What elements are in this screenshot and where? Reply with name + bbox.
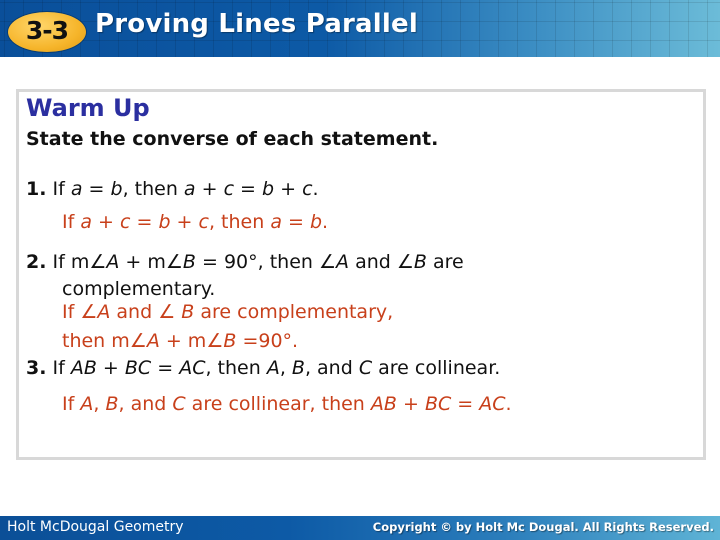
item-number: 2. — [26, 251, 47, 273]
text-segment: and ∠ — [349, 251, 414, 273]
item-2-answer-line2: then m∠A + m∠B =90°. — [62, 330, 298, 352]
math-variable: a — [183, 178, 196, 200]
text-segment: + m∠ — [159, 330, 224, 352]
text-segment: + — [274, 178, 303, 200]
text-segment: are collinear. — [372, 357, 501, 379]
footer-bar: Holt McDougal Geometry Copyright © by Ho… — [0, 516, 720, 540]
math-variable: A — [336, 251, 350, 273]
item-2-answer-line1: If ∠A and ∠ B are complementary, — [62, 301, 393, 323]
text-segment: + m∠ — [119, 251, 183, 273]
text-segment: If m∠ — [52, 251, 107, 273]
text-segment: + — [170, 211, 199, 233]
item-1-answer: If a + c = b + c, then a = b. — [62, 211, 328, 233]
text-segment: + — [92, 211, 120, 233]
text-segment: = — [281, 211, 310, 233]
math-variable: B — [223, 330, 237, 352]
text-segment: + — [396, 393, 425, 415]
item-1-statement: 1. If a = b, then a + c = b + c. — [26, 178, 319, 200]
text-segment: = — [130, 211, 159, 233]
math-variable: c — [302, 178, 313, 200]
text-segment: , then — [205, 357, 267, 379]
math-variable: AB — [370, 393, 397, 415]
math-variable: B — [105, 393, 119, 415]
text-segment: If — [62, 211, 81, 233]
math-variable: c — [198, 211, 209, 233]
text-segment: = — [234, 178, 263, 200]
item-number: 1. — [26, 178, 47, 200]
lesson-number: 3-3 — [25, 15, 69, 45]
text-segment: = — [151, 357, 180, 379]
math-variable: A — [146, 330, 160, 352]
text-segment: If — [52, 178, 71, 200]
math-variable: B — [291, 357, 305, 379]
text-segment: . — [322, 211, 329, 233]
copyright-notice: Copyright © by Holt Mc Dougal. All Right… — [372, 520, 714, 534]
item-2-statement-line2: complementary. — [62, 278, 216, 300]
math-variable: a — [270, 211, 282, 233]
math-variable: b — [262, 178, 275, 200]
text-segment: If — [62, 393, 81, 415]
text-segment: are complementary, — [194, 301, 394, 323]
math-variable: AB — [70, 357, 97, 379]
text-segment: If — [52, 357, 71, 379]
math-variable: a — [80, 211, 92, 233]
math-variable: b — [110, 178, 123, 200]
text-segment: + — [195, 178, 224, 200]
math-variable: A — [106, 251, 120, 273]
warm-up-heading: Warm Up — [26, 94, 150, 122]
math-variable: c — [223, 178, 235, 200]
text-segment: = 90°, then ∠ — [195, 251, 337, 273]
text-segment: =90°. — [236, 330, 299, 352]
math-variable: A — [80, 393, 94, 415]
publisher-label: Holt McDougal Geometry — [7, 519, 184, 535]
text-segment: . — [312, 178, 319, 200]
lesson-number-badge: 3-3 — [8, 12, 86, 52]
math-variable: B — [181, 301, 195, 323]
text-segment: = — [451, 393, 480, 415]
math-variable: A — [266, 357, 280, 379]
math-variable: A — [97, 301, 111, 323]
item-number: 3. — [26, 357, 47, 379]
math-variable: BC — [424, 393, 452, 415]
math-variable: BC — [124, 357, 152, 379]
text-segment: are — [426, 251, 464, 273]
math-variable: b — [309, 211, 323, 233]
text-segment: + — [96, 357, 125, 379]
statement-text: If AB + BC = AC, then A, B, and C are co… — [53, 357, 501, 379]
text-segment: . — [505, 393, 512, 415]
item-2-statement-line1: 2. If m∠A + m∠B = 90°, then ∠A and ∠B ar… — [26, 251, 464, 273]
text-segment: , and — [304, 357, 359, 379]
header-banner: 3-3 Proving Lines Parallel — [0, 0, 720, 57]
text-segment: If ∠ — [62, 301, 98, 323]
text-segment: and ∠ — [110, 301, 182, 323]
text-segment: , then — [208, 211, 271, 233]
text-segment: = — [82, 178, 111, 200]
math-variable: AC — [179, 357, 206, 379]
math-variable: b — [158, 211, 171, 233]
math-variable: B — [182, 251, 196, 273]
statement-text: If m∠A + m∠B = 90°, then ∠A and ∠B are — [53, 251, 464, 273]
text-segment: are collinear, then — [185, 393, 371, 415]
item-3-statement: 3. If AB + BC = AC, then A, B, and C are… — [26, 357, 500, 379]
math-variable: AC — [479, 393, 506, 415]
item-3-answer: If A, B, and C are collinear, then AB + … — [62, 393, 512, 415]
math-variable: c — [120, 211, 131, 233]
math-variable: a — [70, 178, 83, 200]
math-variable: C — [358, 357, 373, 379]
text-segment: , then — [122, 178, 184, 200]
lesson-title: Proving Lines Parallel — [95, 9, 418, 39]
text-segment: , and — [118, 393, 173, 415]
instruction-text: State the converse of each statement. — [26, 128, 439, 150]
math-variable: C — [172, 393, 186, 415]
text-segment: then m∠ — [62, 330, 147, 352]
math-variable: B — [413, 251, 427, 273]
text-segment: , — [279, 357, 292, 379]
text-segment: , — [93, 393, 106, 415]
statement-text: If a = b, then a + c = b + c. — [53, 178, 319, 200]
